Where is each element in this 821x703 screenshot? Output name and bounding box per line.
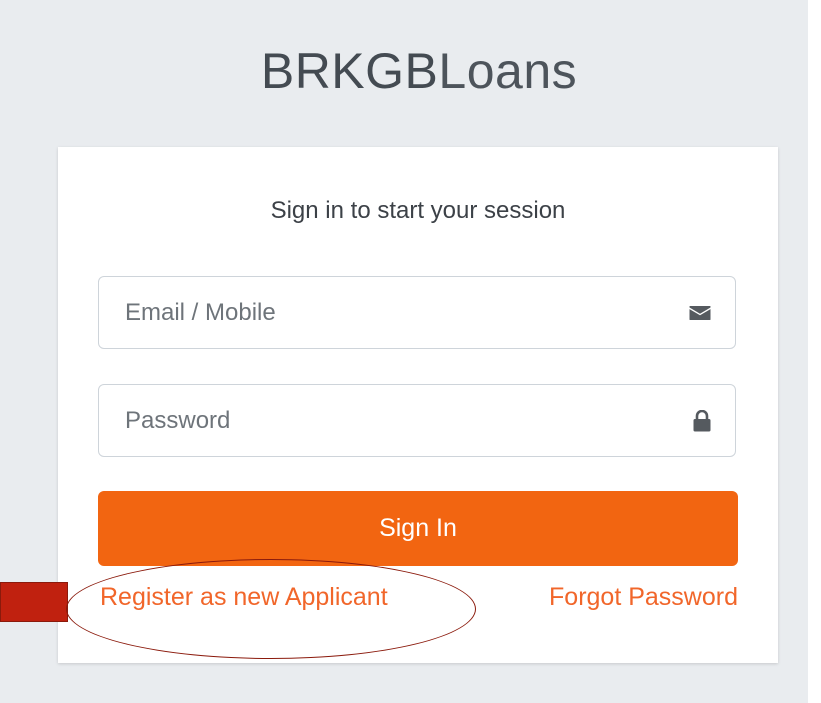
password-input[interactable] <box>99 385 659 456</box>
annotation-arrow-marker <box>0 582 68 622</box>
password-field-group <box>98 384 736 457</box>
email-field-group <box>98 276 736 349</box>
logo-light-text: Loans <box>438 43 578 99</box>
sign-in-button[interactable]: Sign In <box>98 491 738 566</box>
forgot-password-link[interactable]: Forgot Password <box>549 583 738 612</box>
logo-bold-text: BRKGB <box>260 43 439 99</box>
register-link[interactable]: Register as new Applicant <box>100 583 388 612</box>
login-box-message: Sign in to start your session <box>270 197 566 224</box>
app-logo[interactable]: BRKGBLoans <box>0 42 821 100</box>
lock-icon <box>693 409 711 431</box>
email-input[interactable] <box>99 277 659 348</box>
envelope-icon <box>689 305 711 320</box>
login-card: Sign in to start your session Sign In Re… <box>58 147 778 663</box>
